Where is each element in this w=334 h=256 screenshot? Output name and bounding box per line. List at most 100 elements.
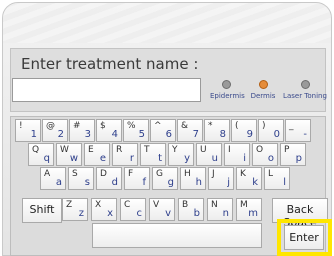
key-main-char: - xyxy=(303,129,307,140)
space-key[interactable] xyxy=(92,223,262,248)
key-shift-char: D xyxy=(100,169,107,179)
key-shift-char: ( xyxy=(235,121,239,131)
key-shift-char: R xyxy=(116,145,123,155)
key-main-char: 0 xyxy=(273,129,280,140)
key-main-char: j xyxy=(227,177,230,188)
key-6[interactable]: ^ 6 xyxy=(150,119,176,142)
key-y[interactable]: Yy xyxy=(168,143,194,166)
mode-indicator-icon xyxy=(221,80,231,89)
key-shift-char: W xyxy=(60,145,69,155)
key-shift-char: F xyxy=(128,169,134,179)
key-shift-char: G xyxy=(156,169,163,179)
key-shift-char: * xyxy=(208,121,213,131)
key-shift-char: # xyxy=(73,121,81,131)
key-shift-char: ! xyxy=(19,121,23,131)
key-shift-char: U xyxy=(200,145,207,155)
key-u[interactable]: Uu xyxy=(196,143,222,166)
key-main-char: o xyxy=(267,153,274,164)
decorative-header-band xyxy=(3,3,331,43)
key-w[interactable]: Ww xyxy=(56,143,82,166)
key-main-char: 1 xyxy=(30,129,37,140)
key-shift-char: S xyxy=(72,169,78,179)
key-g[interactable]: Gg xyxy=(152,167,178,190)
key-shift-char: T xyxy=(144,145,150,155)
key-m[interactable]: Mm xyxy=(236,198,262,221)
key-shift-char: & xyxy=(181,121,189,131)
key-main-char: 6 xyxy=(165,129,172,140)
key-e[interactable]: Ee xyxy=(84,143,110,166)
key-shift-char: % xyxy=(127,121,136,131)
enter-highlight-box xyxy=(277,219,332,256)
key-shift-char: V xyxy=(153,200,160,210)
key-7[interactable]: & 7 xyxy=(177,119,203,142)
key-main-char: t xyxy=(158,153,162,164)
key-shift-char: B xyxy=(182,200,189,210)
mode-label: Dermis xyxy=(250,92,276,100)
key-8[interactable]: * 8 xyxy=(204,119,230,142)
key-main-char: q xyxy=(43,153,50,164)
key-0[interactable]: ) 0 xyxy=(258,119,284,142)
key-o[interactable]: Oo xyxy=(252,143,278,166)
key-9[interactable]: (9 xyxy=(231,119,257,142)
key-z[interactable]: Zz xyxy=(62,198,88,221)
mode-epidermis[interactable]: Epidermis xyxy=(210,80,245,102)
key-main-char: 9 xyxy=(246,129,253,140)
key-main-char: l xyxy=(283,177,286,188)
key-s[interactable]: Ss xyxy=(68,167,94,190)
key-shift-char: K xyxy=(240,169,246,179)
key-a[interactable]: Aa xyxy=(40,167,66,190)
key-main-char: 5 xyxy=(138,129,145,140)
key-shift-char: @ xyxy=(46,121,55,131)
key-shift-char: A xyxy=(44,169,51,179)
key-main-char: r xyxy=(129,153,134,164)
key-shift-char: O xyxy=(256,145,264,155)
key-r[interactable]: Rr xyxy=(112,143,138,166)
key-shift-char: _ xyxy=(289,121,294,131)
key-shift-char: X xyxy=(95,200,102,210)
key-shift-char: J xyxy=(212,169,215,179)
key-main-char: a xyxy=(55,177,62,188)
key-5[interactable]: % 5 xyxy=(123,119,149,142)
key-f[interactable]: Ff xyxy=(124,167,150,190)
key-c[interactable]: Cc xyxy=(120,198,146,221)
shift-key[interactable]: Shift xyxy=(22,198,62,223)
key-main-char: m xyxy=(248,208,258,219)
key-v[interactable]: Vv xyxy=(149,198,175,221)
key-main-char: i xyxy=(243,153,246,164)
key-4[interactable]: $4 xyxy=(96,119,122,142)
mode-laser-toning[interactable]: Laser Toning xyxy=(282,80,328,102)
key-3[interactable]: #3 xyxy=(69,119,95,142)
key-main-char: 8 xyxy=(219,129,226,140)
key-2[interactable]: @2 xyxy=(42,119,68,142)
key-b[interactable]: Bb xyxy=(178,198,204,221)
key-x[interactable]: Xx xyxy=(91,198,117,221)
treatment-name-input[interactable] xyxy=(12,78,201,102)
key-main-char: f xyxy=(142,177,146,188)
key-shift-char: ) xyxy=(262,121,266,131)
key-n[interactable]: Nn xyxy=(207,198,233,221)
key-shift-char: L xyxy=(268,169,274,179)
mode-indicator-icon xyxy=(258,80,268,89)
key-q[interactable]: Qq xyxy=(28,143,54,166)
key-main-char: y xyxy=(184,153,190,164)
key-shift-char: $ xyxy=(100,121,106,131)
page-title: Enter treatment name : xyxy=(21,55,199,73)
key-j[interactable]: Jj xyxy=(208,167,234,190)
key-p[interactable]: Pp xyxy=(280,143,306,166)
key-l[interactable]: Ll xyxy=(264,167,290,190)
key-shift-char: H xyxy=(184,169,191,179)
key-main-char: 2 xyxy=(57,129,64,140)
key-main-char: c xyxy=(136,208,143,219)
key-d[interactable]: Dd xyxy=(96,167,122,190)
key-i[interactable]: Ii xyxy=(224,143,250,166)
key-h[interactable]: Hh xyxy=(180,167,206,190)
key--[interactable]: _ - xyxy=(285,119,311,142)
key-shift-char: Q xyxy=(32,145,40,155)
key-1[interactable]: ! 1 xyxy=(15,119,41,142)
key-k[interactable]: Kk xyxy=(236,167,262,190)
key-shift-char: I xyxy=(228,145,231,155)
key-t[interactable]: Tt xyxy=(140,143,166,166)
key-main-char: k xyxy=(252,177,258,188)
key-shift-char: Z xyxy=(66,200,73,210)
mode-dermis[interactable]: Dermis xyxy=(250,80,276,102)
